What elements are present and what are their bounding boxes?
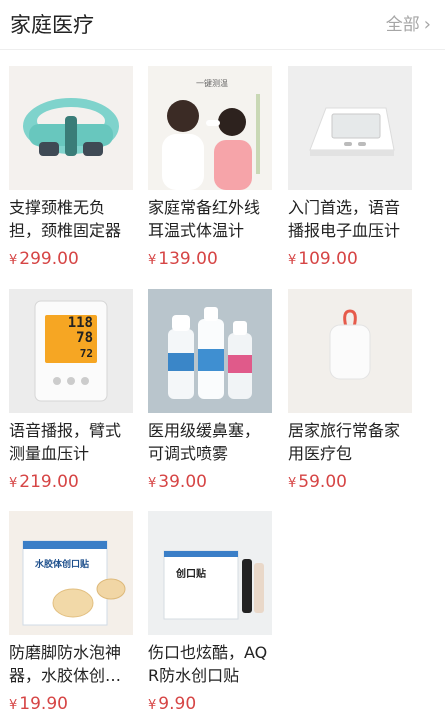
product-name: 入门首选，语音播报电子血压计: [288, 198, 401, 240]
blood-pressure-monitor-image: [288, 66, 412, 190]
product-price: ¥39.00: [148, 472, 207, 492]
product-name: 伤口也炫酷，AQR防水创口贴: [148, 643, 268, 685]
product-price: ¥59.00: [288, 472, 347, 492]
neck-brace-image: [9, 66, 133, 190]
product-price: ¥139.00: [148, 249, 218, 269]
view-all-link[interactable]: 全部 ›: [386, 12, 431, 38]
box-label: 创口贴: [176, 569, 206, 580]
product-card[interactable]: 创口贴 伤口也炫酷，AQR防水创口贴 ¥9.90: [148, 511, 272, 717]
monitor-display: 118 78 72: [67, 315, 93, 361]
product-name: 居家旅行常备家用医疗包: [288, 421, 401, 463]
chevron-right-icon: ›: [423, 14, 431, 35]
section-title: 家庭医疗: [10, 13, 94, 37]
medical-pouch-image: [288, 289, 412, 413]
product-name: 支撑颈椎无负担，颈椎固定器: [9, 198, 122, 240]
product-card[interactable]: 医用级缓鼻塞，可调式喷雾 ¥39.00: [148, 289, 272, 495]
product-price: ¥19.90: [9, 694, 68, 714]
product-name: 语音播报，臂式测量血压计: [9, 421, 122, 463]
product-card[interactable]: 118 78 72 语音播报，臂式测量血压计 ¥219.00: [9, 289, 133, 495]
ear-thermometer-image: 一键测温: [148, 66, 272, 190]
view-all-label: 全部: [385, 15, 420, 35]
product-card[interactable]: 水胶体创口贴 防磨脚防水泡神器，水胶体创可贴 ¥19.90: [9, 511, 133, 717]
arm-blood-pressure-monitor-image: 118 78 72: [9, 289, 133, 413]
product-card[interactable]: 居家旅行常备家用医疗包 ¥59.00: [288, 289, 412, 495]
product-card[interactable]: 入门首选，语音播报电子血压计 ¥109.00: [288, 66, 412, 272]
product-price: ¥9.90: [148, 694, 197, 714]
product-name: 防磨脚防水泡神器，水胶体创可贴: [9, 643, 122, 685]
box-label: 水胶体创口贴: [35, 560, 90, 570]
product-name: 家庭常备红外线耳温式体温计: [148, 198, 261, 240]
blister-plaster-image: 水胶体创口贴: [9, 511, 133, 635]
product-price: ¥219.00: [9, 472, 79, 492]
nasal-spray-image: [148, 289, 272, 413]
band-aid-box-image: 创口贴: [148, 511, 272, 635]
product-price: ¥109.00: [288, 249, 358, 269]
section-header: 家庭医疗 全部 ›: [0, 0, 445, 50]
product-price: ¥299.00: [9, 249, 79, 269]
product-card[interactable]: 支撑颈椎无负担，颈椎固定器 ¥299.00: [9, 66, 133, 272]
product-name: 医用级缓鼻塞，可调式喷雾: [148, 421, 261, 463]
product-card[interactable]: 一键测温 家庭常备红外线耳温式体温计 ¥139.00: [148, 66, 272, 272]
